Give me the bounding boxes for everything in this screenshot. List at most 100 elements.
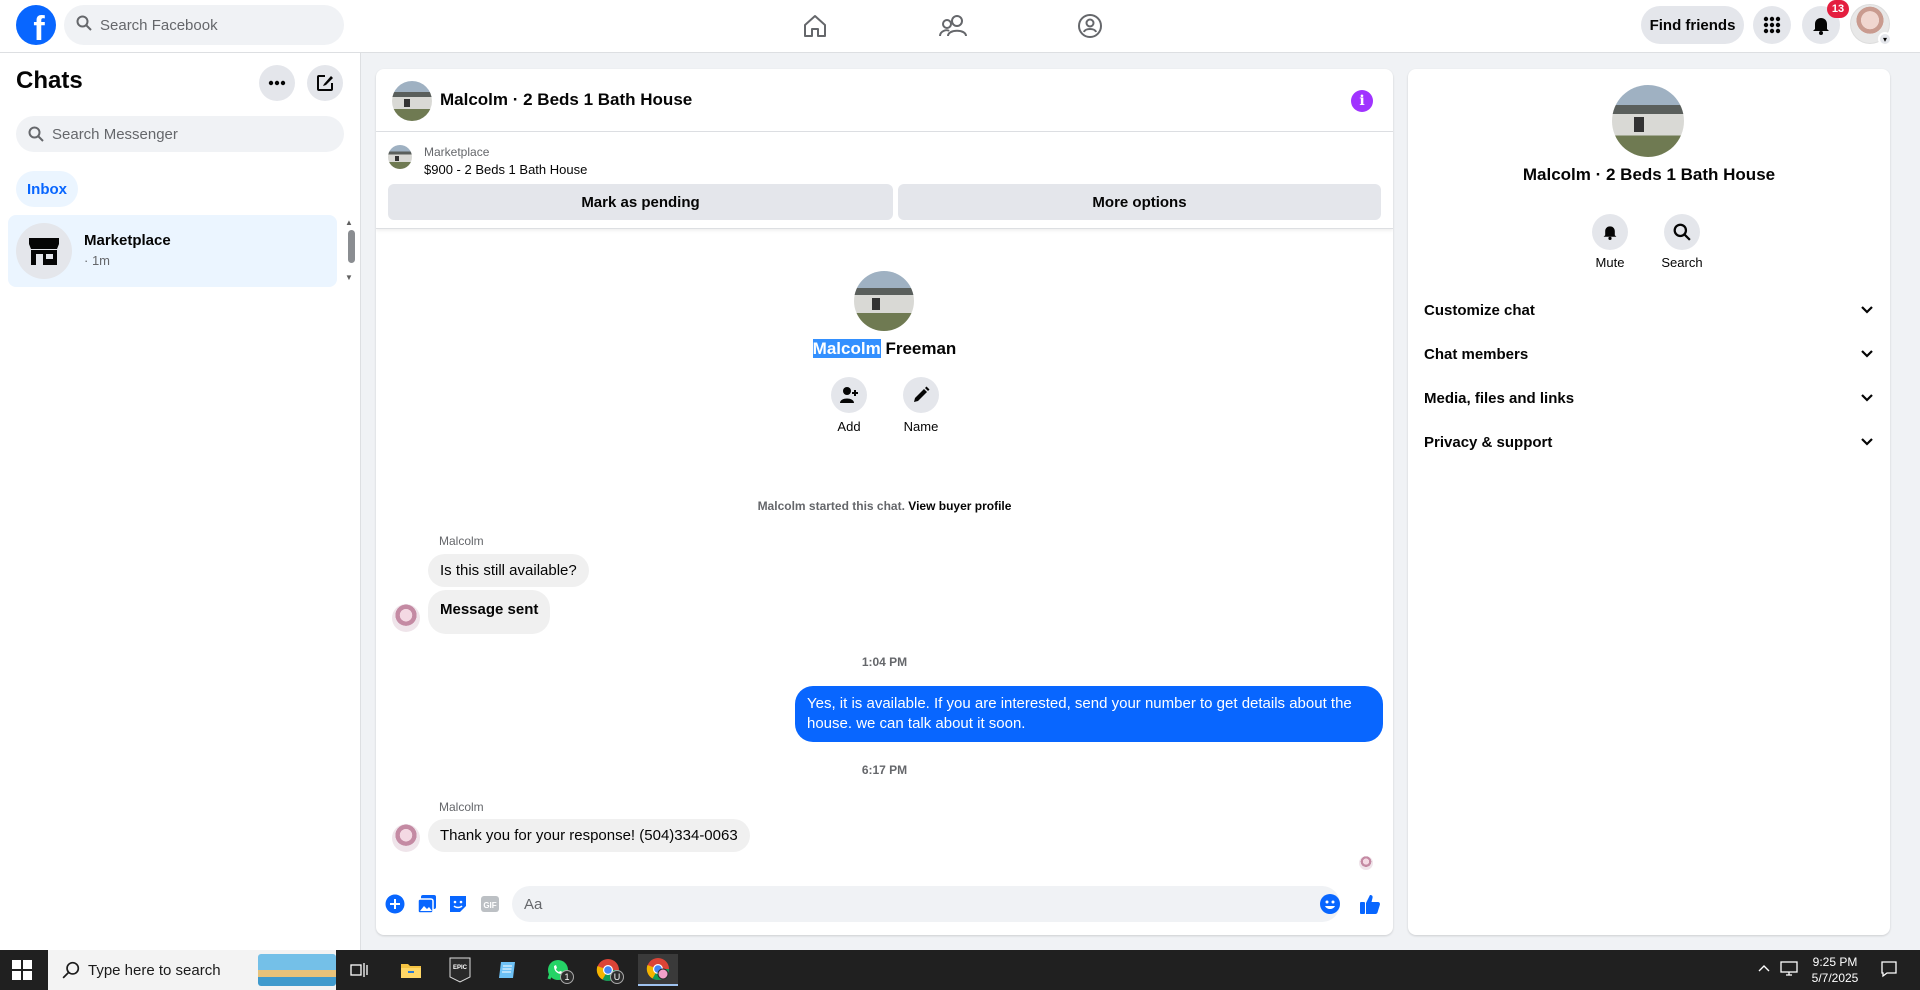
windows-taskbar: Type here to search EPIC 1 U 9:25 PM 5/7… — [0, 950, 1920, 990]
section-label: Media, files and links — [1424, 389, 1575, 407]
home-icon[interactable] — [800, 11, 830, 41]
clock-date: 5/7/2025 — [1811, 971, 1859, 985]
mark-as-pending-button[interactable]: Mark as pending — [388, 184, 893, 220]
conversation-details-panel: Malcolm · 2 Beds 1 Bath House Mute Searc… — [1408, 69, 1890, 935]
conversation-list-scrollbar[interactable]: ▲ ▼ — [345, 218, 357, 283]
taskbar-clock[interactable]: 9:25 PM 5/7/2025 — [1800, 954, 1870, 986]
view-buyer-profile-link[interactable]: View buyer profile — [908, 499, 1011, 513]
sender-avatar[interactable] — [392, 824, 420, 852]
search-icon[interactable] — [1664, 214, 1700, 250]
search-icon — [28, 126, 44, 142]
chevron-down-icon — [1860, 434, 1874, 451]
epic-games-icon[interactable]: EPIC — [440, 954, 480, 986]
add-label: Add — [837, 419, 861, 434]
message-bubble-incoming[interactable]: Message sent — [428, 590, 551, 634]
facebook-logo[interactable]: f — [16, 5, 56, 45]
section-label: Privacy & support — [1424, 433, 1553, 451]
more-options-button[interactable]: More options — [898, 184, 1381, 220]
chat-members-section[interactable]: Chat members — [1416, 332, 1882, 376]
new-message-icon[interactable] — [307, 65, 343, 101]
message-timestamp: 6:17 PM — [861, 763, 908, 777]
message-input[interactable]: Aa — [512, 886, 1340, 922]
chevron-up-icon[interactable] — [1758, 960, 1770, 975]
messenger-search-input[interactable]: Search Messenger — [16, 116, 344, 152]
message-bubble-incoming[interactable]: Is this still available? — [428, 554, 589, 587]
scrollbar-thumb[interactable] — [348, 230, 355, 263]
sticker-icon[interactable] — [447, 893, 469, 915]
conversation-header: Malcolm · 2 Beds 1 Bath House i — [376, 69, 1393, 132]
chrome-profile-badge: U — [610, 970, 624, 984]
clock-time: 9:25 PM — [1812, 955, 1858, 969]
find-friends-button[interactable]: Find friends — [1641, 6, 1744, 44]
listing-price-title[interactable]: $900 - 2 Beds 1 Bath House — [424, 162, 587, 177]
scroll-down-arrow-icon[interactable]: ▼ — [345, 273, 353, 282]
windows-start-icon[interactable] — [12, 960, 32, 980]
details-avatar[interactable] — [1612, 85, 1684, 157]
contact-avatar[interactable] — [854, 271, 914, 331]
edit-name-pencil-icon[interactable] — [903, 377, 939, 413]
add-person-icon[interactable] — [831, 377, 867, 413]
network-icon[interactable] — [1780, 960, 1798, 979]
chrome-profile-icon[interactable]: U — [588, 954, 628, 986]
contact-first-name: Malcolm — [812, 339, 881, 358]
search-icon — [62, 961, 80, 983]
chats-title: Chats — [16, 67, 83, 94]
sender-name: Malcolm — [439, 800, 484, 814]
section-label: Customize chat — [1424, 301, 1535, 319]
privacy-support-section[interactable]: Privacy & support — [1416, 420, 1882, 464]
message-bubble-outgoing[interactable]: Yes, it is available. If you are interes… — [795, 686, 1383, 742]
chevron-down-icon — [1860, 346, 1874, 363]
customize-chat-section[interactable]: Customize chat — [1416, 288, 1882, 332]
notepad-icon[interactable] — [488, 954, 528, 986]
taskbar-search-placeholder: Type here to search — [88, 961, 221, 979]
sender-avatar[interactable] — [392, 604, 420, 632]
friends-icon[interactable] — [938, 11, 968, 41]
contact-full-name: Malcolm Freeman — [376, 339, 1393, 359]
more-options-icon[interactable] — [259, 65, 295, 101]
photo-gallery-icon[interactable] — [416, 893, 438, 915]
taskbar-search-input[interactable]: Type here to search — [48, 950, 336, 990]
emoji-icon[interactable] — [1319, 893, 1341, 915]
top-navigation-bar: f Search Facebook Find friends 13 ▾ — [0, 0, 1920, 53]
menu-grid-icon[interactable] — [1753, 6, 1791, 44]
chat-started-notice: Malcolm started this chat. View buyer pr… — [376, 499, 1393, 513]
chrome-active-icon[interactable] — [638, 954, 678, 986]
thumbs-up-icon[interactable] — [1359, 893, 1381, 915]
details-title: Malcolm · 2 Beds 1 Bath House — [1522, 165, 1776, 184]
mute-bell-icon[interactable] — [1592, 214, 1628, 250]
whatsapp-icon[interactable]: 1 — [538, 954, 578, 986]
listing-source-label: Marketplace — [424, 145, 490, 159]
chevron-down-icon[interactable]: ▾ — [1878, 32, 1892, 46]
inbox-filter-tab[interactable]: Inbox — [16, 171, 78, 207]
search-highlight-image — [258, 954, 336, 986]
conversation-avatar[interactable] — [392, 81, 432, 121]
task-view-icon[interactable] — [339, 954, 379, 986]
search-icon — [76, 15, 92, 35]
facebook-search-input[interactable]: Search Facebook — [64, 5, 344, 45]
file-explorer-icon[interactable] — [391, 954, 431, 986]
listing-thumbnail[interactable] — [388, 145, 412, 169]
whatsapp-unread-badge: 1 — [560, 970, 574, 984]
sender-name: Malcolm — [439, 534, 484, 548]
conversation-panel: Malcolm · 2 Beds 1 Bath House i Marketpl… — [376, 69, 1393, 935]
action-center-icon[interactable] — [1880, 960, 1898, 981]
plus-circle-icon[interactable] — [384, 893, 406, 915]
info-icon[interactable]: i — [1351, 90, 1373, 112]
conversation-item-marketplace[interactable]: Marketplace · 1m — [8, 215, 337, 287]
message-timestamp: 1:04 PM — [861, 655, 908, 669]
chat-started-text: Malcolm started this chat. — [757, 499, 905, 513]
message-bubble-incoming[interactable]: Thank you for your response! (504)334-00… — [428, 819, 750, 852]
marketplace-listing-bar: Marketplace $900 - 2 Beds 1 Bath House M… — [376, 132, 1393, 229]
name-label: Name — [903, 419, 939, 434]
messenger-search-placeholder: Search Messenger — [52, 125, 178, 143]
groups-icon[interactable] — [1075, 11, 1105, 41]
conversation-time: · 1m — [84, 253, 110, 268]
scroll-up-arrow-icon[interactable]: ▲ — [345, 218, 353, 227]
media-files-links-section[interactable]: Media, files and links — [1416, 376, 1882, 420]
conversation-name: Marketplace — [84, 232, 171, 249]
gif-icon-label: GIF — [483, 901, 496, 910]
seen-receipt-avatar — [1359, 856, 1373, 870]
gif-icon[interactable]: GIF — [479, 893, 501, 915]
chevron-down-icon — [1860, 302, 1874, 319]
conversation-title[interactable]: Malcolm · 2 Beds 1 Bath House — [440, 90, 692, 110]
